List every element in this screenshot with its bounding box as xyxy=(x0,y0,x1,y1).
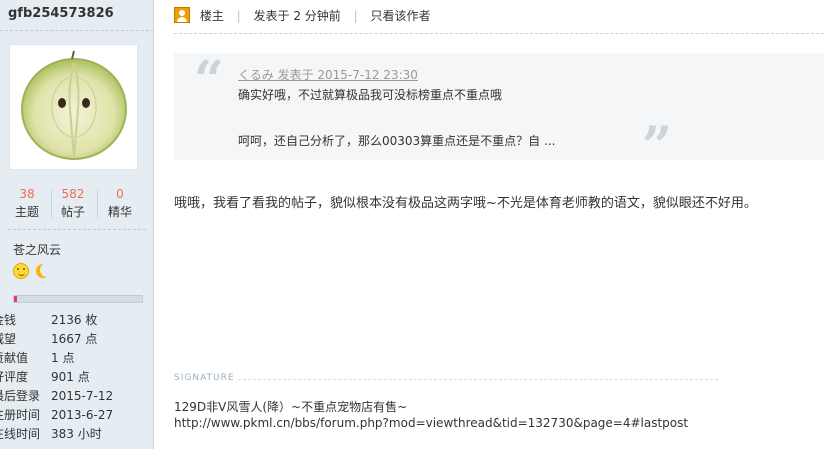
user-info-list: 金钱 2136 枚 威望 1667 点 贡献值 1 点 好评度 901 点 最后… xyxy=(0,311,153,444)
user-stats: 38 主题 582 帖子 0 精华 xyxy=(0,185,153,225)
user-group[interactable]: 苍之风云 xyxy=(13,241,61,258)
signature-text: 129D非V风雪人(降）~不重点宠物店有售~ xyxy=(174,400,408,414)
apple-avatar-image xyxy=(21,50,127,160)
info-row-prestige: 威望 1667 点 xyxy=(0,330,153,349)
moon-medal-icon[interactable] xyxy=(35,263,51,279)
stat-posts-label: 帖子 xyxy=(60,205,85,219)
divider xyxy=(174,33,824,34)
signature-label: SIGNATURE xyxy=(174,373,235,383)
level-progress-bar xyxy=(13,295,143,303)
only-author-link[interactable]: 只看该作者 xyxy=(371,6,431,26)
info-row-last-login: 最后登录 2015-7-12 xyxy=(0,387,153,406)
stat-topics-value[interactable]: 38 xyxy=(4,185,50,203)
info-key: 最后登录 xyxy=(0,389,41,403)
divider: | xyxy=(353,9,358,23)
quote-block: “ くるみ 发表于 2015-7-12 23:30 确实好哦，不过就算极品我可没… xyxy=(174,50,824,173)
info-row-register-date: 注册时间 2013-6-27 xyxy=(0,406,153,425)
stat-topics[interactable]: 38 主题 xyxy=(4,185,50,221)
stat-digest-value[interactable]: 0 xyxy=(97,185,143,203)
floor-label: 楼主 xyxy=(199,9,224,23)
info-row-online-time: 在线时间 383 小时 xyxy=(0,425,153,444)
user-info-panel: gfb254573826 38 主题 582 帖子 0 精华 苍之风云 钱 21… xyxy=(0,0,154,449)
info-key: 威望 xyxy=(0,332,17,346)
signature-url[interactable]: http://www.pkml.cn/bbs/forum.php?mod=vie… xyxy=(174,416,688,430)
info-value: 2015-7-12 xyxy=(51,389,114,403)
stat-posts[interactable]: 582 帖子 xyxy=(50,185,96,221)
post-header: 楼主 | 发表于 2 分钟前 | 只看该作者 xyxy=(174,6,431,26)
post-content: 哦哦，我看了看我的帖子，貌似根本没有极品这两字哦~不光是体育老师教的语文，貌似眼… xyxy=(174,196,757,211)
info-value: 901 点 xyxy=(51,370,90,384)
info-value: 1 点 xyxy=(51,351,75,365)
divider xyxy=(0,30,153,31)
info-row-contribution: 贡献值 1 点 xyxy=(0,349,153,368)
quote-text: 呵呵，还自己分析了，那么00303算重点还是不重点？自 ... xyxy=(238,134,556,148)
quote-author-link[interactable]: くるみ 发表于 2015-7-12 23:30 xyxy=(238,66,418,83)
info-value: 2013-6-27 xyxy=(51,408,114,422)
divider: | xyxy=(236,9,241,23)
quote-text: 确实好哦，不过就算极品我可没标榜重点不重点哦 xyxy=(238,88,503,102)
post-time: 发表于 2 分钟前 xyxy=(253,9,341,23)
avatar[interactable] xyxy=(9,44,138,170)
username[interactable]: gfb254573826 xyxy=(8,6,114,21)
info-key: 好评度 xyxy=(0,370,29,384)
level-progress-fill xyxy=(14,296,17,302)
info-key: 贡献值 xyxy=(0,351,29,365)
divider xyxy=(238,379,718,380)
info-key: 在线时间 xyxy=(0,427,41,441)
info-key: 注册时间 xyxy=(0,408,41,422)
close-quote-icon: ” xyxy=(642,116,672,177)
stat-digest-label: 精华 xyxy=(107,205,132,219)
open-quote-icon: “ xyxy=(194,50,224,111)
info-value: 2136 枚 xyxy=(51,313,98,327)
divider xyxy=(8,229,146,230)
info-row-rating: 好评度 901 点 xyxy=(0,368,153,387)
poster-icon xyxy=(174,7,190,23)
stat-posts-value[interactable]: 582 xyxy=(50,185,96,203)
medal-list xyxy=(13,263,53,281)
info-key: 金钱 xyxy=(0,313,17,327)
stat-digest[interactable]: 0 精华 xyxy=(97,185,143,221)
info-value: 1667 点 xyxy=(51,332,98,346)
sun-medal-icon[interactable] xyxy=(13,263,29,279)
info-value: 383 小时 xyxy=(51,427,102,441)
info-row-money: 金钱 2136 枚 xyxy=(0,311,153,330)
stat-topics-label: 主题 xyxy=(14,205,39,219)
